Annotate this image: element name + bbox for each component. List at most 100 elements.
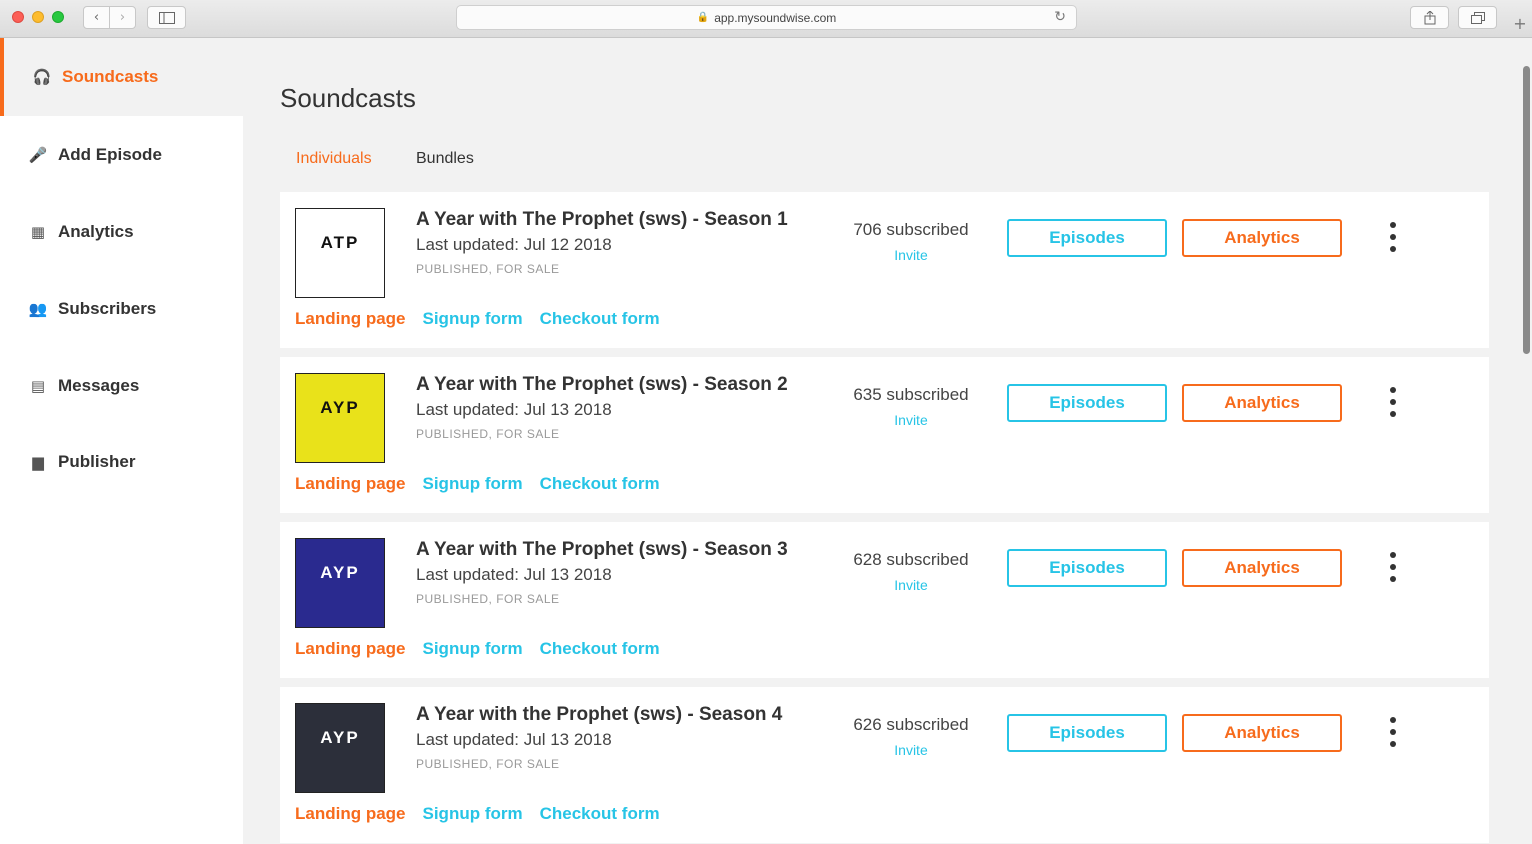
minimize-window-button[interactable]	[32, 11, 44, 23]
subscriber-count: 626 subscribed	[853, 715, 969, 734]
status-label: PUBLISHED, FOR SALE	[416, 427, 560, 441]
zoom-window-button[interactable]	[52, 11, 64, 23]
cover-title: AYP	[320, 728, 360, 747]
url-text: app.mysoundwise.com	[714, 10, 837, 25]
soundcast-card: ATP A Year with The Prophet (sws) - Seaso…	[280, 192, 1489, 348]
more-options-icon[interactable]	[1383, 387, 1403, 417]
sidebar-item-subscribers[interactable]: 👥 Subscribers	[0, 270, 243, 348]
scrollbar-thumb[interactable]	[1523, 66, 1530, 354]
back-button[interactable]: ‹	[83, 6, 110, 29]
soundcast-cover-image[interactable]: AYP	[295, 703, 385, 793]
signup-form-link[interactable]: Signup form	[423, 639, 523, 659]
lock-icon: 🔒	[696, 12, 710, 23]
sidebar-item-label: Subscribers	[58, 299, 157, 318]
subscriber-count: 628 subscribed	[853, 550, 969, 569]
sidebar-item-soundcasts[interactable]: 🎧 Soundcasts	[0, 38, 243, 116]
sidebar-item-label: Publisher	[58, 452, 136, 471]
sidebar: 🎧 Soundcasts 🎤 Add Episode ▦ Analytics 👥 Subscr…	[0, 38, 243, 844]
page-title: Soundcasts	[280, 83, 416, 113]
soundcast-links: Landing page Signup form Checkout form	[295, 639, 660, 659]
landing-page-link[interactable]: Landing page	[295, 804, 406, 824]
invite-link[interactable]: Invite	[849, 247, 973, 263]
soundcast-title[interactable]: A Year with The Prophet (sws) - Season 2	[416, 374, 788, 396]
microphone-icon: 🎤	[28, 146, 48, 164]
sidebar-item-messages[interactable]: ▤ Messages	[0, 347, 243, 425]
episodes-button[interactable]: Episodes	[1007, 219, 1167, 257]
more-options-icon[interactable]	[1383, 717, 1403, 747]
invite-link[interactable]: Invite	[849, 577, 973, 593]
subscriber-count: 706 subscribed	[853, 220, 969, 239]
analytics-button[interactable]: Analytics	[1182, 219, 1342, 257]
headphones-icon: 🎧	[32, 68, 52, 86]
analytics-button[interactable]: Analytics	[1182, 549, 1342, 587]
status-label: PUBLISHED, FOR SALE	[416, 592, 560, 606]
bar-chart-icon: ▦	[30, 223, 46, 241]
soundcast-cover-image[interactable]: ATP	[295, 208, 385, 298]
signup-form-link[interactable]: Signup form	[423, 804, 523, 824]
new-tab-button[interactable]: +	[1508, 14, 1532, 38]
last-updated: Last updated: Jul 13 2018	[416, 730, 612, 749]
tab-bundles[interactable]: Bundles	[416, 150, 474, 168]
sidebar-item-analytics[interactable]: ▦ Analytics	[0, 193, 243, 271]
soundcast-links: Landing page Signup form Checkout form	[295, 804, 660, 824]
checkout-form-link[interactable]: Checkout form	[540, 474, 660, 494]
sidebar-toggle-button[interactable]	[147, 6, 186, 29]
briefcase-icon: ▆	[32, 453, 44, 471]
reload-icon[interactable]: ↻	[1054, 9, 1066, 25]
last-updated: Last updated: Jul 13 2018	[416, 400, 612, 419]
landing-page-link[interactable]: Landing page	[295, 309, 406, 329]
status-label: PUBLISHED, FOR SALE	[416, 757, 560, 771]
invite-link[interactable]: Invite	[849, 742, 973, 758]
soundcast-links: Landing page Signup form Checkout form	[295, 309, 660, 329]
scrollbar[interactable]	[1522, 38, 1532, 844]
status-label: PUBLISHED, FOR SALE	[416, 262, 560, 276]
episodes-button[interactable]: Episodes	[1007, 714, 1167, 752]
forward-button[interactable]: ›	[109, 6, 136, 29]
sidebar-item-label: Messages	[58, 376, 140, 395]
subscriber-count: 635 subscribed	[853, 385, 969, 404]
episodes-button[interactable]: Episodes	[1007, 384, 1167, 422]
checkout-form-link[interactable]: Checkout form	[540, 639, 660, 659]
address-bar[interactable]: 🔒 app.mysoundwise.com ↻	[456, 5, 1077, 30]
sidebar-item-label: Soundcasts	[62, 67, 159, 86]
sidebar-item-add-episode[interactable]: 🎤 Add Episode	[0, 116, 243, 194]
signup-form-link[interactable]: Signup form	[423, 474, 523, 494]
soundcast-title[interactable]: A Year with The Prophet (sws) - Season 3	[416, 539, 788, 561]
soundcast-card: AYP A Year with The Prophet (sws) - Seaso…	[280, 357, 1489, 513]
share-icon	[1424, 10, 1435, 24]
soundcast-title[interactable]: A Year with the Prophet (sws) - Season 4	[416, 704, 782, 726]
soundcast-links: Landing page Signup form Checkout form	[295, 474, 660, 494]
cover-title: AYP	[320, 563, 360, 582]
message-icon: ▤	[30, 377, 46, 395]
signup-form-link[interactable]: Signup form	[423, 309, 523, 329]
cover-title: ATP	[320, 233, 360, 252]
tab-individuals[interactable]: Individuals	[296, 150, 372, 168]
analytics-button[interactable]: Analytics	[1182, 714, 1342, 752]
soundcast-card: AYP A Year with The Prophet (sws) - Seaso…	[280, 522, 1489, 678]
landing-page-link[interactable]: Landing page	[295, 639, 406, 659]
sidebar-icon	[158, 11, 175, 24]
sidebar-item-publisher[interactable]: ▆ Publisher	[0, 423, 243, 501]
soundcast-cover-image[interactable]: AYP	[295, 538, 385, 628]
invite-link[interactable]: Invite	[849, 412, 973, 428]
sidebar-item-label: Analytics	[58, 222, 134, 241]
landing-page-link[interactable]: Landing page	[295, 474, 406, 494]
cover-title: AYP	[320, 398, 360, 417]
people-icon: 👥	[28, 300, 48, 318]
more-options-icon[interactable]	[1383, 552, 1403, 582]
last-updated: Last updated: Jul 13 2018	[416, 565, 612, 584]
chevron-left-icon: ‹	[93, 10, 100, 25]
soundcast-title[interactable]: A Year with The Prophet (sws) - Season 1	[416, 209, 788, 231]
soundcast-cover-image[interactable]: AYP	[295, 373, 385, 463]
tabs-overview-button[interactable]	[1458, 6, 1497, 29]
checkout-form-link[interactable]: Checkout form	[540, 804, 660, 824]
more-options-icon[interactable]	[1383, 222, 1403, 252]
episodes-button[interactable]: Episodes	[1007, 549, 1167, 587]
analytics-button[interactable]: Analytics	[1182, 384, 1342, 422]
close-window-button[interactable]	[12, 11, 24, 23]
share-button[interactable]	[1410, 6, 1449, 29]
soundcast-card: AYP A Year with the Prophet (sws) - Seaso…	[280, 687, 1489, 843]
sidebar-item-label: Add Episode	[58, 145, 162, 164]
checkout-form-link[interactable]: Checkout form	[540, 309, 660, 329]
browser-toolbar: ‹ › 🔒 app.mysoundwise.com ↻ +	[0, 0, 1532, 38]
